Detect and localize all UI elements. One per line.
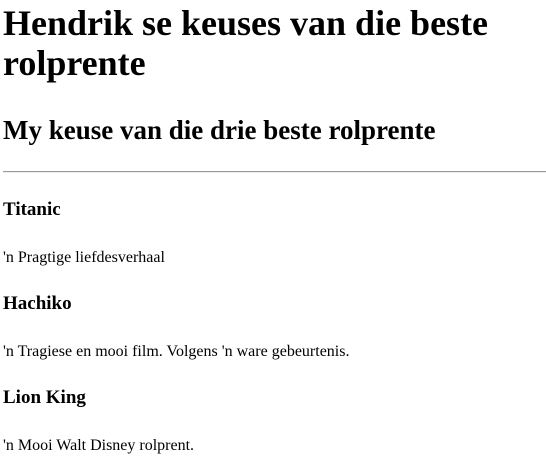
page-title: Hendrik se keuses van die beste rolprent… [3, 3, 489, 83]
film-title: Titanic [3, 199, 61, 220]
film-entry-lion-king: Lion King 'n Mooi Walt Disney rolprent. [3, 361, 546, 455]
film-description: 'n Pragtige liefdesverhaal [3, 249, 165, 266]
page: Hendrik se keuses van die beste rolprent… [0, 0, 546, 455]
page-subtitle: My keuse van die drie beste rolprente [3, 115, 436, 145]
film-description: 'n Mooi Walt Disney rolprent. [3, 437, 195, 454]
film-title: Lion King [3, 387, 86, 408]
film-description: 'n Tragiese en mooi film. Volgens 'n war… [3, 343, 350, 360]
film-title: Hachiko [3, 293, 72, 314]
film-entry-titanic: Titanic 'n Pragtige liefdesverhaal [3, 173, 546, 267]
film-entry-hachiko: Hachiko 'n Tragiese en mooi film. Volgen… [3, 267, 546, 361]
